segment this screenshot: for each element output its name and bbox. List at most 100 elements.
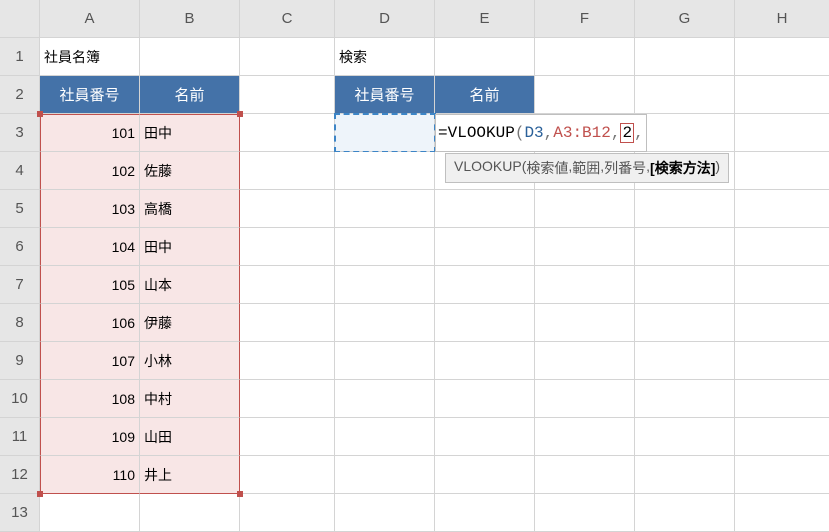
cell-C9[interactable] bbox=[240, 342, 335, 380]
cell-C5[interactable] bbox=[240, 190, 335, 228]
cell-C7[interactable] bbox=[240, 266, 335, 304]
cell-D5[interactable] bbox=[335, 190, 435, 228]
cell-G1[interactable] bbox=[635, 38, 735, 76]
cell-C11[interactable] bbox=[240, 418, 335, 456]
cell-B5[interactable]: 高橋 bbox=[140, 190, 240, 228]
cell-F8[interactable] bbox=[535, 304, 635, 342]
cell-A11[interactable]: 109 bbox=[40, 418, 140, 456]
row-header-7[interactable]: 7 bbox=[0, 266, 40, 304]
cell-F7[interactable] bbox=[535, 266, 635, 304]
cell-C3[interactable] bbox=[240, 114, 335, 152]
cell-H12[interactable] bbox=[735, 456, 829, 494]
cell-E12[interactable] bbox=[435, 456, 535, 494]
search-input-cell[interactable] bbox=[335, 114, 435, 152]
cell-H13[interactable] bbox=[735, 494, 829, 532]
cell-A13[interactable] bbox=[40, 494, 140, 532]
cell-C6[interactable] bbox=[240, 228, 335, 266]
cell-B11[interactable]: 山田 bbox=[140, 418, 240, 456]
cell-A3[interactable]: 101 bbox=[40, 114, 140, 152]
cell-E13[interactable] bbox=[435, 494, 535, 532]
cell-D7[interactable] bbox=[335, 266, 435, 304]
col-header-E[interactable]: E bbox=[435, 0, 535, 38]
cell-A9[interactable]: 107 bbox=[40, 342, 140, 380]
cell-C8[interactable] bbox=[240, 304, 335, 342]
cell-B6[interactable]: 田中 bbox=[140, 228, 240, 266]
cell-D12[interactable] bbox=[335, 456, 435, 494]
cell-B13[interactable] bbox=[140, 494, 240, 532]
cell-B10[interactable]: 中村 bbox=[140, 380, 240, 418]
cell-B9[interactable]: 小林 bbox=[140, 342, 240, 380]
cell-D2[interactable]: 社員番号 bbox=[335, 76, 435, 114]
range-handle[interactable] bbox=[37, 491, 43, 497]
cell-A4[interactable]: 102 bbox=[40, 152, 140, 190]
cell-F11[interactable] bbox=[535, 418, 635, 456]
cell-C1[interactable] bbox=[240, 38, 335, 76]
cell-G2[interactable] bbox=[635, 76, 735, 114]
cell-E2[interactable]: 名前 bbox=[435, 76, 535, 114]
cell-A7[interactable]: 105 bbox=[40, 266, 140, 304]
row-header-1[interactable]: 1 bbox=[0, 38, 40, 76]
cell-D13[interactable] bbox=[335, 494, 435, 532]
cell-H1[interactable] bbox=[735, 38, 829, 76]
cell-G11[interactable] bbox=[635, 418, 735, 456]
cell-B12[interactable]: 井上 bbox=[140, 456, 240, 494]
cell-C2[interactable] bbox=[240, 76, 335, 114]
cell-F10[interactable] bbox=[535, 380, 635, 418]
cell-F5[interactable] bbox=[535, 190, 635, 228]
cell-D11[interactable] bbox=[335, 418, 435, 456]
cell-F13[interactable] bbox=[535, 494, 635, 532]
cell-E11[interactable] bbox=[435, 418, 535, 456]
cell-A2[interactable]: 社員番号 bbox=[40, 76, 140, 114]
row-header-13[interactable]: 13 bbox=[0, 494, 40, 532]
col-header-C[interactable]: C bbox=[240, 0, 335, 38]
cell-A1[interactable]: 社員名簿 bbox=[40, 38, 140, 76]
row-header-11[interactable]: 11 bbox=[0, 418, 40, 456]
cell-F2[interactable] bbox=[535, 76, 635, 114]
cell-F6[interactable] bbox=[535, 228, 635, 266]
cell-F9[interactable] bbox=[535, 342, 635, 380]
cell-E1[interactable] bbox=[435, 38, 535, 76]
cell-A8[interactable]: 106 bbox=[40, 304, 140, 342]
cell-D6[interactable] bbox=[335, 228, 435, 266]
cell-E6[interactable] bbox=[435, 228, 535, 266]
cell-A12[interactable]: 110 bbox=[40, 456, 140, 494]
col-header-G[interactable]: G bbox=[635, 0, 735, 38]
col-header-D[interactable]: D bbox=[335, 0, 435, 38]
cell-G7[interactable] bbox=[635, 266, 735, 304]
range-handle[interactable] bbox=[37, 111, 43, 117]
cell-C13[interactable] bbox=[240, 494, 335, 532]
cell-H7[interactable] bbox=[735, 266, 829, 304]
cell-B2[interactable]: 名前 bbox=[140, 76, 240, 114]
cell-G3[interactable] bbox=[635, 114, 735, 152]
row-header-8[interactable]: 8 bbox=[0, 304, 40, 342]
cell-G9[interactable] bbox=[635, 342, 735, 380]
cell-H4[interactable] bbox=[735, 152, 829, 190]
cell-C4[interactable] bbox=[240, 152, 335, 190]
cell-B4[interactable]: 佐藤 bbox=[140, 152, 240, 190]
cell-E10[interactable] bbox=[435, 380, 535, 418]
cell-G12[interactable] bbox=[635, 456, 735, 494]
row-header-2[interactable]: 2 bbox=[0, 76, 40, 114]
cell-E8[interactable] bbox=[435, 304, 535, 342]
cell-D8[interactable] bbox=[335, 304, 435, 342]
cell-G10[interactable] bbox=[635, 380, 735, 418]
row-header-4[interactable]: 4 bbox=[0, 152, 40, 190]
row-header-3[interactable]: 3 bbox=[0, 114, 40, 152]
row-header-9[interactable]: 9 bbox=[0, 342, 40, 380]
cell-F1[interactable] bbox=[535, 38, 635, 76]
cell-H8[interactable] bbox=[735, 304, 829, 342]
cell-B7[interactable]: 山本 bbox=[140, 266, 240, 304]
cell-D1[interactable]: 検索 bbox=[335, 38, 435, 76]
cell-H6[interactable] bbox=[735, 228, 829, 266]
cell-H5[interactable] bbox=[735, 190, 829, 228]
cell-A10[interactable]: 108 bbox=[40, 380, 140, 418]
cell-E5[interactable] bbox=[435, 190, 535, 228]
range-handle[interactable] bbox=[237, 491, 243, 497]
cell-H11[interactable] bbox=[735, 418, 829, 456]
cell-D4[interactable] bbox=[335, 152, 435, 190]
cell-H2[interactable] bbox=[735, 76, 829, 114]
cell-B1[interactable] bbox=[140, 38, 240, 76]
cell-A6[interactable]: 104 bbox=[40, 228, 140, 266]
col-header-B[interactable]: B bbox=[140, 0, 240, 38]
cell-E9[interactable] bbox=[435, 342, 535, 380]
